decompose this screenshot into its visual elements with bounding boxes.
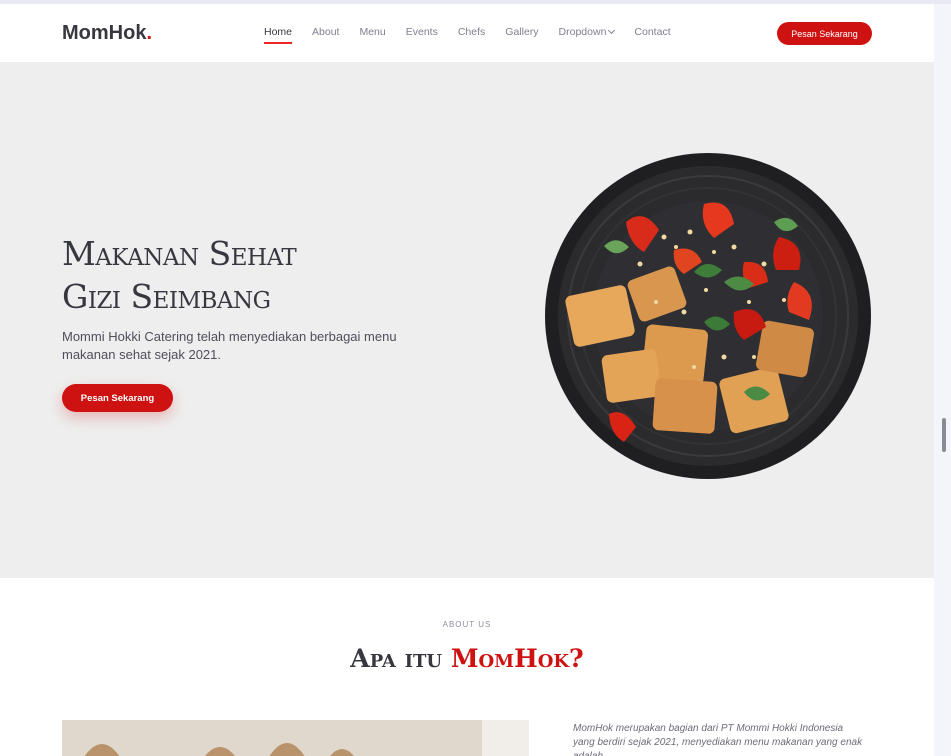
about-title-accent: MomHok?: [450, 644, 584, 673]
about-title-prefix: Apa itu: [350, 644, 451, 673]
hero-title: Makanan Sehat Gizi Seimbang: [62, 232, 297, 318]
scrollbar-thumb[interactable]: [942, 418, 946, 452]
nav-item-gallery[interactable]: Gallery: [505, 26, 538, 44]
about-description: MomHok merupakan bagian dari PT Mommi Ho…: [573, 723, 863, 756]
site-header: MomHok. Home About Menu Events Chefs Gal…: [0, 4, 934, 62]
hero-description: Mommi Hokki Catering telah menyediakan b…: [62, 329, 397, 362]
header-order-button[interactable]: Pesan Sekarang: [777, 22, 872, 45]
nav-item-events[interactable]: Events: [406, 26, 438, 44]
chevron-down-icon: [608, 26, 616, 35]
hero-order-button[interactable]: Pesan Sekarang: [62, 384, 173, 412]
about-image: [62, 720, 529, 756]
hero-title-line-1: Makanan Sehat: [62, 234, 297, 273]
scrollbar-track[interactable]: [934, 4, 951, 756]
nav-item-home[interactable]: Home: [264, 26, 293, 44]
page: MomHok. Home About Menu Events Chefs Gal…: [0, 4, 934, 756]
nav-dropdown-label: Dropdown: [558, 26, 607, 38]
nav-item-chefs[interactable]: Chefs: [458, 26, 485, 44]
hero-title-line-2: Gizi Seimbang: [62, 277, 271, 316]
nav-item-about[interactable]: About: [312, 26, 339, 44]
nav-item-menu[interactable]: Menu: [359, 26, 385, 44]
nav-item-contact[interactable]: Contact: [634, 26, 670, 44]
nav-item-dropdown[interactable]: Dropdown: [558, 26, 616, 44]
main-nav: Home About Menu Events Chefs Gallery Dro…: [264, 26, 691, 44]
about-section-label: ABOUT US: [442, 620, 492, 629]
about-title: Apa itu MomHok?: [0, 644, 934, 673]
site-logo[interactable]: MomHok.: [62, 22, 152, 45]
hero-food-image: [545, 153, 871, 479]
hero-section: Makanan Sehat Gizi Seimbang Mommi Hokki …: [0, 62, 934, 578]
